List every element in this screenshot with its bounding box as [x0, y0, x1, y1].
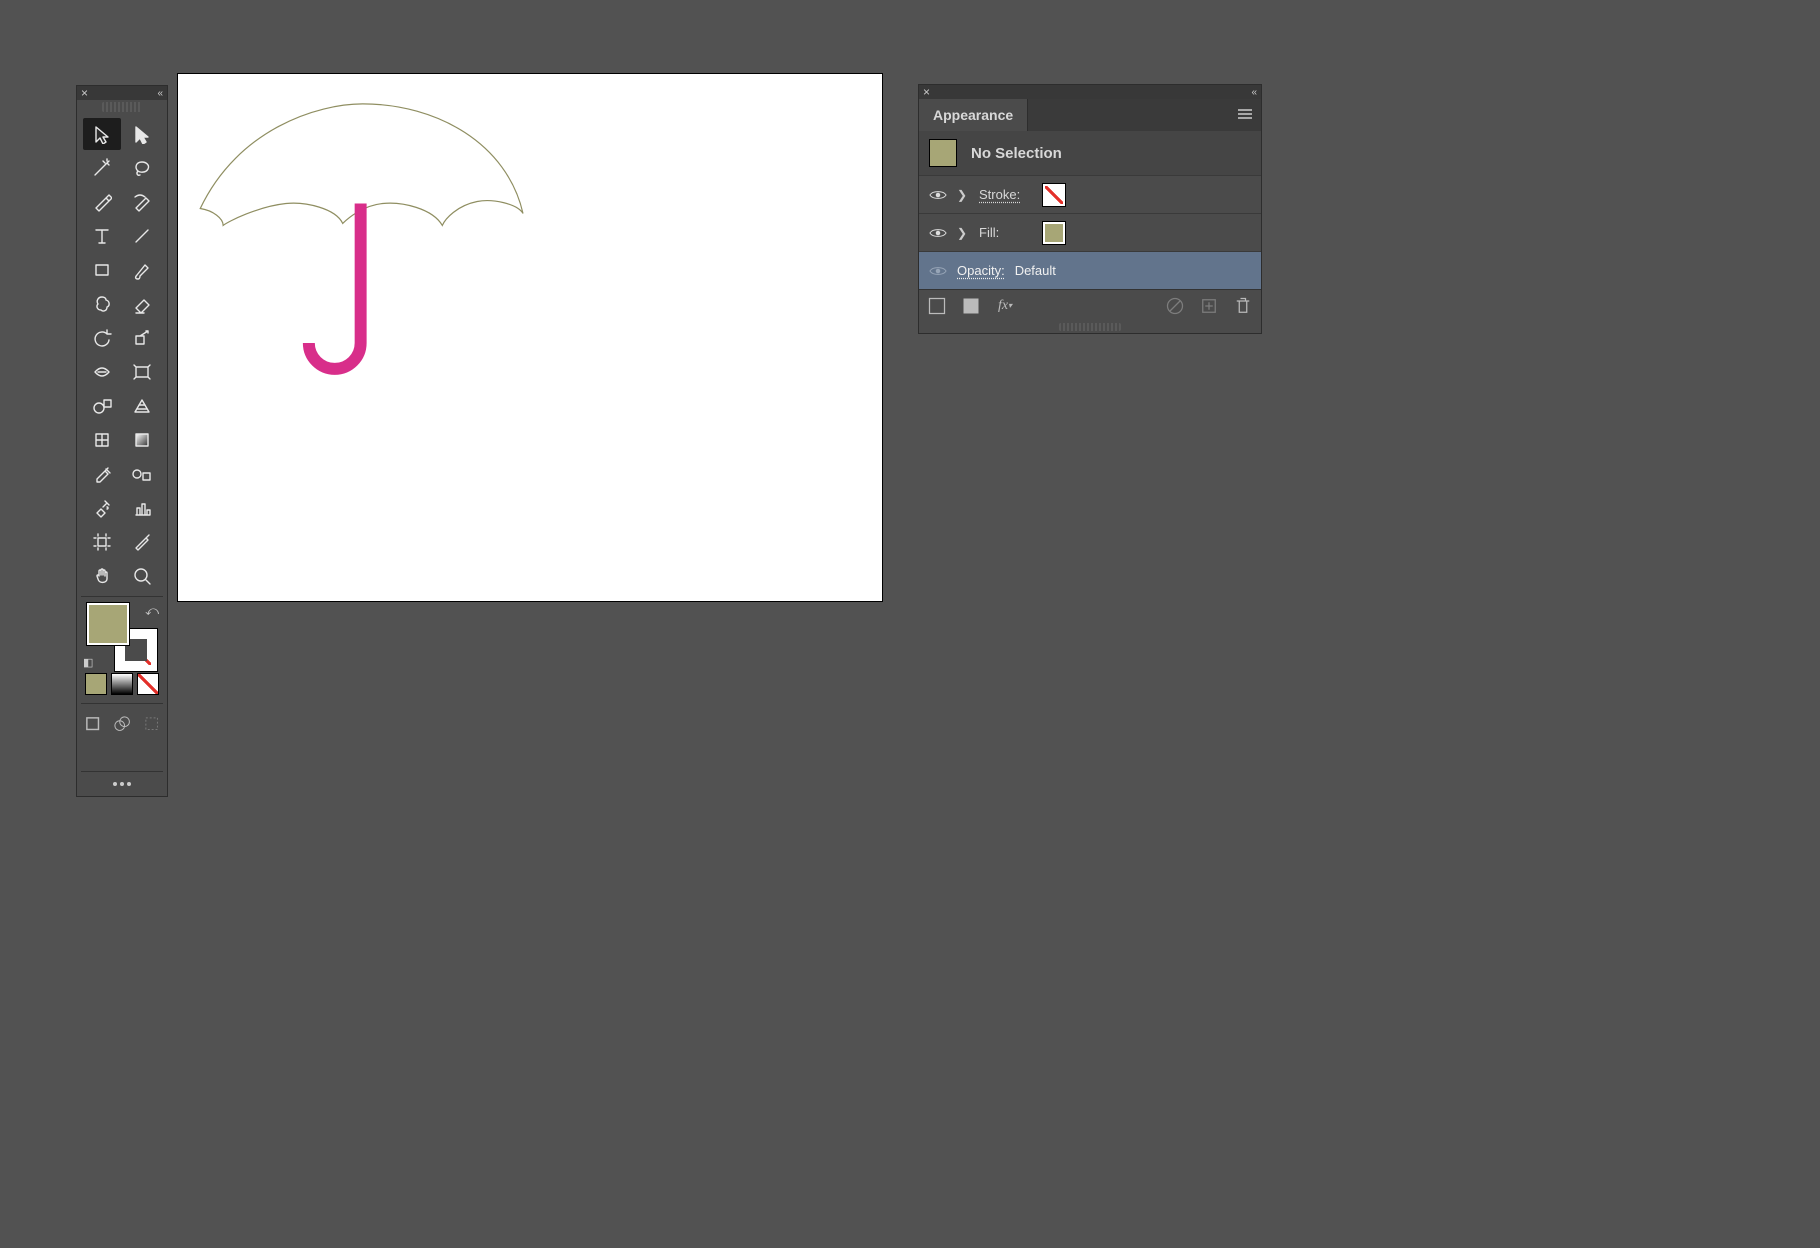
new-fill-icon[interactable]	[961, 296, 981, 316]
eraser-tool[interactable]	[123, 288, 161, 320]
collapse-icon[interactable]: «	[1251, 87, 1257, 98]
panel-menu-icon[interactable]	[1237, 108, 1253, 123]
color-mode-button[interactable]	[85, 673, 107, 695]
selection-tool[interactable]	[83, 118, 121, 150]
hand-tool[interactable]	[83, 560, 121, 592]
shape-builder-tool[interactable]	[83, 390, 121, 422]
stroke-label[interactable]: Stroke:	[979, 187, 1031, 202]
stroke-swatch[interactable]	[1043, 184, 1065, 206]
gradient-mode-button[interactable]	[111, 673, 133, 695]
tab-appearance[interactable]: Appearance	[919, 99, 1028, 131]
line-segment-tool[interactable]	[123, 220, 161, 252]
shaper-tool[interactable]	[83, 288, 121, 320]
default-fill-stroke-icon[interactable]: ◧	[83, 656, 93, 669]
eyedropper-tool[interactable]	[83, 458, 121, 490]
artboard-tool[interactable]	[83, 526, 121, 558]
drag-grip[interactable]	[102, 102, 142, 112]
symbol-sprayer-tool[interactable]	[83, 492, 121, 524]
visibility-toggle-icon[interactable]	[929, 226, 947, 240]
lasso-tool[interactable]	[123, 152, 161, 184]
collapse-icon[interactable]: «	[157, 88, 163, 99]
draw-normal-icon[interactable]	[83, 712, 102, 736]
expand-icon[interactable]: ❯	[957, 226, 969, 240]
direct-selection-tool[interactable]	[123, 118, 161, 150]
curvature-tool[interactable]	[123, 186, 161, 218]
appearance-panel-footer: fx▾	[919, 289, 1261, 321]
expand-icon[interactable]: ❯	[957, 188, 969, 202]
umbrella-handle-path[interactable]	[309, 204, 361, 369]
tools-panel: × « ⤺ ◧	[76, 85, 168, 797]
tools-panel-header: × «	[77, 86, 167, 100]
delete-item-icon[interactable]	[1233, 296, 1253, 316]
slice-tool[interactable]	[123, 526, 161, 558]
gradient-tool[interactable]	[123, 424, 161, 456]
free-transform-tool[interactable]	[123, 356, 161, 388]
add-effect-icon[interactable]: fx▾	[995, 296, 1015, 316]
edit-toolbar-icon[interactable]	[77, 774, 167, 796]
visibility-toggle-icon[interactable]	[929, 264, 947, 278]
stroke-attribute-row[interactable]: ❯ Stroke:	[919, 175, 1261, 213]
column-graph-tool[interactable]	[123, 492, 161, 524]
close-icon[interactable]: ×	[923, 85, 930, 99]
close-icon[interactable]: ×	[81, 86, 88, 100]
zoom-tool[interactable]	[123, 560, 161, 592]
visibility-toggle-icon[interactable]	[929, 188, 947, 202]
appearance-panel-header: × «	[919, 85, 1261, 99]
opacity-label[interactable]: Opacity:	[957, 263, 1005, 278]
rectangle-tool[interactable]	[83, 254, 121, 286]
none-mode-button[interactable]	[137, 673, 159, 695]
pen-tool[interactable]	[83, 186, 121, 218]
duplicate-item-icon	[1199, 296, 1219, 316]
blend-tool[interactable]	[123, 458, 161, 490]
draw-inside-icon[interactable]	[142, 712, 161, 736]
opacity-attribute-row[interactable]: Opacity: Default	[919, 251, 1261, 289]
clear-appearance-icon	[1165, 296, 1185, 316]
new-stroke-icon[interactable]	[927, 296, 947, 316]
selection-info-row: No Selection	[919, 131, 1261, 175]
fill-attribute-row[interactable]: ❯ Fill:	[919, 213, 1261, 251]
selection-label: No Selection	[971, 145, 1062, 162]
resize-grip[interactable]	[1059, 323, 1121, 331]
rotate-tool[interactable]	[83, 322, 121, 354]
perspective-grid-tool[interactable]	[123, 390, 161, 422]
draw-behind-icon[interactable]	[112, 712, 131, 736]
opacity-value[interactable]: Default	[1015, 263, 1056, 278]
magic-wand-tool[interactable]	[83, 152, 121, 184]
artboard-canvas[interactable]	[177, 73, 883, 602]
swap-fill-stroke-icon[interactable]: ⤺	[145, 603, 159, 619]
type-tool[interactable]	[83, 220, 121, 252]
appearance-panel: × « Appearance No Selection ❯ Stroke: ❯ …	[918, 84, 1262, 334]
fill-swatch[interactable]	[1043, 222, 1065, 244]
fill-label[interactable]: Fill:	[979, 225, 1031, 240]
width-tool[interactable]	[83, 356, 121, 388]
paintbrush-tool[interactable]	[123, 254, 161, 286]
fill-color-swatch[interactable]	[87, 603, 129, 645]
scale-tool[interactable]	[123, 322, 161, 354]
mesh-tool[interactable]	[83, 424, 121, 456]
selection-fill-swatch[interactable]	[929, 139, 957, 167]
